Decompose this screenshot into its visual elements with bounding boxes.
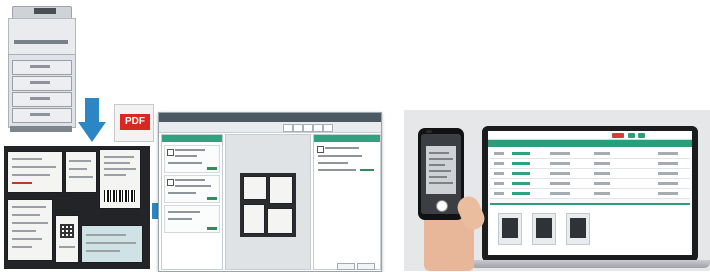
receipt xyxy=(66,152,96,192)
table-row[interactable] xyxy=(490,159,690,169)
document-card[interactable] xyxy=(164,145,220,173)
copier-control-panel xyxy=(34,8,56,14)
copier-base xyxy=(10,126,72,132)
receipt xyxy=(100,150,140,208)
toolbar-button[interactable] xyxy=(293,124,303,132)
table-header xyxy=(488,140,692,147)
footer-button[interactable] xyxy=(337,263,355,270)
copier-head xyxy=(8,18,76,56)
phone-camera xyxy=(426,130,432,133)
pane-header xyxy=(314,135,380,142)
alert-badge xyxy=(612,133,624,138)
receipt xyxy=(8,152,62,192)
toolbar-button[interactable] xyxy=(303,124,313,132)
table-row[interactable] xyxy=(490,189,690,199)
table-row[interactable] xyxy=(490,179,690,189)
document-thumbnail[interactable] xyxy=(532,213,556,245)
toolbar-button[interactable] xyxy=(313,124,323,132)
scan-app-window xyxy=(158,112,382,272)
arrow-down-icon xyxy=(78,98,106,142)
copier-drawer-handle xyxy=(30,113,50,116)
document-thumbnail[interactable] xyxy=(498,213,522,245)
checkbox[interactable] xyxy=(317,146,324,153)
window-title-bar xyxy=(159,113,381,122)
window-toolbar xyxy=(159,122,381,133)
laptop-screen xyxy=(488,131,692,255)
receipt xyxy=(8,200,52,260)
document-detail-pane xyxy=(313,134,381,270)
pane-header xyxy=(162,135,222,142)
receipt xyxy=(56,216,78,262)
checkbox[interactable] xyxy=(167,149,174,156)
document-list-pane xyxy=(161,134,223,270)
toolbar-button[interactable] xyxy=(283,124,293,132)
app-header xyxy=(488,131,692,140)
document-preview-pane xyxy=(225,134,311,270)
copier-drawer-handle xyxy=(30,97,50,100)
document-thumbnail[interactable] xyxy=(566,213,590,245)
laptop-base xyxy=(470,260,710,268)
pdf-badge: PDF xyxy=(120,114,150,130)
copier-icon xyxy=(8,6,76,134)
phone-captured-receipt xyxy=(426,146,456,194)
copier-output-slot xyxy=(14,40,68,44)
copier-drawer-handle xyxy=(30,81,50,84)
table-row[interactable] xyxy=(490,169,690,179)
document-card[interactable] xyxy=(164,175,220,203)
table-row[interactable] xyxy=(490,149,690,159)
footer-button[interactable] xyxy=(357,263,375,270)
checkbox[interactable] xyxy=(167,179,174,186)
camera-shutter-button[interactable] xyxy=(436,200,448,212)
copier-drawer-handle xyxy=(30,65,50,68)
thumbnail-pane xyxy=(490,203,690,255)
header-button[interactable] xyxy=(638,133,645,138)
toolbar-button[interactable] xyxy=(323,124,333,132)
ticket xyxy=(82,226,142,262)
document-card[interactable] xyxy=(164,205,220,233)
scanned-receipts-image xyxy=(4,146,150,269)
document-preview xyxy=(240,173,296,237)
header-button[interactable] xyxy=(628,133,635,138)
